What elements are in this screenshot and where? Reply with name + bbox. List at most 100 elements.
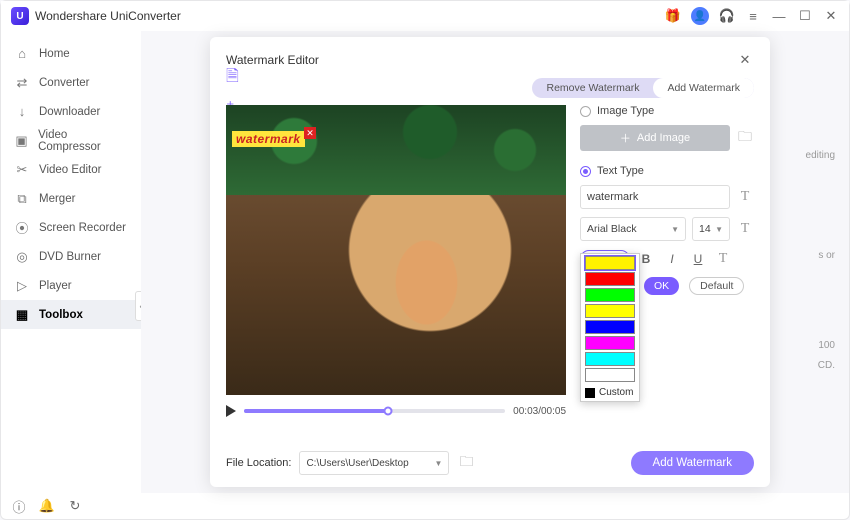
color-option[interactable] bbox=[585, 288, 635, 302]
app-title: Wondershare UniConverter bbox=[35, 9, 181, 23]
text-type-label: Text Type bbox=[597, 165, 644, 177]
tab-add-watermark[interactable]: Add Watermark bbox=[653, 78, 754, 98]
plus-icon: ＋ bbox=[620, 130, 631, 146]
sidebar-item-label: Player bbox=[39, 280, 72, 292]
text-style-icon[interactable]: T bbox=[736, 188, 754, 206]
color-option[interactable] bbox=[585, 256, 635, 270]
background-text: s or bbox=[818, 241, 835, 271]
color-option[interactable] bbox=[585, 352, 635, 366]
titlebar: U Wondershare UniConverter 🎁 👤 🎧 ≡ — ☐ ✕ bbox=[1, 1, 849, 31]
sidebar: ⌂ Home ⇄ Converter ↓ Downloader ▣ Video Comp… bbox=[1, 31, 141, 493]
disc-icon: ◎ bbox=[15, 250, 29, 264]
sidebar-item-toolbox[interactable]: ▦ Toolbox bbox=[1, 300, 141, 329]
sidebar-item-label: DVD Burner bbox=[39, 251, 101, 263]
play-icon: ▷ bbox=[15, 279, 29, 293]
sidebar-item-video-compressor[interactable]: ▣ Video Compressor bbox=[1, 126, 141, 155]
progress-knob[interactable] bbox=[383, 407, 392, 416]
background-text: CD. bbox=[818, 351, 835, 381]
app-logo-icon: U bbox=[11, 7, 29, 25]
folder-icon[interactable]: 🗀 bbox=[736, 129, 754, 147]
custom-color-option[interactable]: Custom bbox=[581, 384, 639, 401]
compress-icon: ▣ bbox=[15, 134, 28, 148]
add-image-button[interactable]: ＋ Add Image bbox=[580, 125, 730, 151]
image-type-label: Image Type bbox=[597, 105, 654, 117]
scissors-icon: ✂ bbox=[15, 163, 29, 177]
sidebar-item-converter[interactable]: ⇄ Converter bbox=[1, 68, 141, 97]
sidebar-item-merger[interactable]: ⧉ Merger bbox=[1, 184, 141, 213]
color-option[interactable] bbox=[585, 368, 635, 382]
grid-icon: ▦ bbox=[15, 308, 29, 322]
gift-icon[interactable]: 🎁 bbox=[665, 8, 681, 24]
color-option[interactable] bbox=[585, 272, 635, 286]
ok-button[interactable]: OK bbox=[644, 277, 679, 295]
convert-icon: ⇄ bbox=[15, 76, 29, 90]
font-size-select[interactable]: 14▼ bbox=[692, 217, 730, 241]
sidebar-item-label: Toolbox bbox=[39, 309, 83, 321]
text-type-radio[interactable] bbox=[580, 166, 591, 177]
file-location-label: File Location: bbox=[226, 457, 291, 469]
watermark-editor-modal: Watermark Editor ✕ 🗎₊ Remove Watermark A… bbox=[210, 37, 770, 487]
merge-icon: ⧉ bbox=[15, 192, 29, 206]
play-button[interactable] bbox=[226, 405, 236, 417]
color-option[interactable] bbox=[585, 320, 635, 334]
underline-button[interactable]: U bbox=[688, 249, 708, 269]
color-dropdown: Custom bbox=[580, 253, 640, 402]
timecode: 00:03/00:05 bbox=[513, 406, 566, 417]
sidebar-item-player[interactable]: ▷ Player bbox=[1, 271, 141, 300]
user-avatar-icon[interactable]: 👤 bbox=[691, 7, 709, 25]
bell-icon[interactable]: 🔔 bbox=[39, 498, 55, 514]
chevron-down-icon: ▼ bbox=[435, 459, 443, 468]
color-option[interactable] bbox=[585, 304, 635, 318]
file-location-select[interactable]: C:\Users\User\Desktop▼ bbox=[299, 451, 449, 475]
close-window-icon[interactable]: ✕ bbox=[823, 8, 839, 24]
minimize-icon[interactable]: — bbox=[771, 8, 787, 24]
sidebar-item-screen-recorder[interactable]: ⦿ Screen Recorder bbox=[1, 213, 141, 242]
watermark-remove-icon[interactable]: ✕ bbox=[304, 127, 316, 139]
open-folder-icon[interactable]: 🗀 bbox=[457, 454, 475, 472]
text-style-icon[interactable]: T bbox=[714, 250, 732, 268]
sidebar-item-label: Screen Recorder bbox=[39, 222, 126, 234]
video-foliage bbox=[226, 105, 566, 195]
sidebar-item-label: Downloader bbox=[39, 106, 100, 118]
maximize-icon[interactable]: ☐ bbox=[797, 8, 813, 24]
record-icon: ⦿ bbox=[15, 221, 29, 235]
color-option[interactable] bbox=[585, 336, 635, 350]
italic-button[interactable]: I bbox=[662, 249, 682, 269]
add-file-icon[interactable]: 🗎₊ bbox=[226, 79, 244, 97]
sidebar-item-video-editor[interactable]: ✂ Video Editor bbox=[1, 155, 141, 184]
progress-fill bbox=[244, 409, 388, 413]
sidebar-item-label: Video Compressor bbox=[38, 129, 127, 153]
video-subject bbox=[366, 200, 476, 350]
add-watermark-button[interactable]: Add Watermark bbox=[631, 451, 754, 475]
refresh-icon[interactable]: ↻ bbox=[67, 498, 83, 514]
info-icon[interactable]: ⓘ bbox=[11, 498, 27, 514]
close-icon[interactable]: ✕ bbox=[736, 51, 754, 69]
sidebar-item-label: Video Editor bbox=[39, 164, 101, 176]
text-style-icon[interactable]: T bbox=[736, 220, 754, 238]
sidebar-item-dvd-burner[interactable]: ◎ DVD Burner bbox=[1, 242, 141, 271]
menu-icon[interactable]: ≡ bbox=[745, 8, 761, 24]
background-text: editing bbox=[806, 141, 835, 171]
tab-remove-watermark[interactable]: Remove Watermark bbox=[532, 78, 653, 98]
watermark-mode-tabs: Remove Watermark Add Watermark bbox=[532, 78, 754, 98]
sidebar-item-label: Converter bbox=[39, 77, 90, 89]
headset-icon[interactable]: 🎧 bbox=[719, 8, 735, 24]
font-family-select[interactable]: Arial Black▼ bbox=[580, 217, 686, 241]
chevron-down-icon: ▼ bbox=[715, 225, 723, 234]
chevron-down-icon: ▼ bbox=[671, 225, 679, 234]
progress-bar[interactable] bbox=[244, 409, 505, 413]
custom-swatch-icon bbox=[585, 388, 595, 398]
sidebar-item-label: Home bbox=[39, 48, 70, 60]
statusbar: ⓘ 🔔 ↻ bbox=[1, 493, 849, 519]
sidebar-item-label: Merger bbox=[39, 193, 75, 205]
default-button[interactable]: Default bbox=[689, 277, 744, 295]
main-area: editing s or 100 CD. Watermark Editor ✕ … bbox=[141, 31, 849, 493]
sidebar-item-home[interactable]: ⌂ Home bbox=[1, 39, 141, 68]
image-type-radio[interactable] bbox=[580, 106, 591, 117]
watermark-text-input[interactable]: watermark bbox=[580, 185, 730, 209]
watermark-overlay[interactable]: watermark bbox=[232, 131, 305, 147]
download-icon: ↓ bbox=[15, 105, 29, 119]
home-icon: ⌂ bbox=[15, 47, 29, 61]
sidebar-item-downloader[interactable]: ↓ Downloader bbox=[1, 97, 141, 126]
video-preview[interactable]: watermark ✕ bbox=[226, 105, 566, 395]
